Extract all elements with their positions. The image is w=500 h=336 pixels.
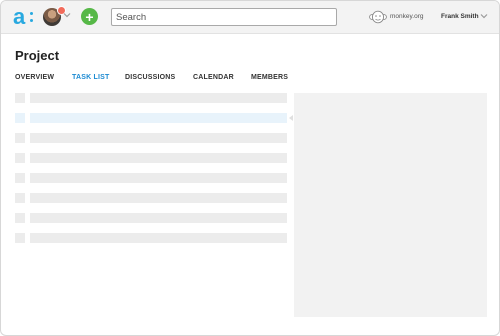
monkey-icon [369, 10, 387, 24]
task-row[interactable] [15, 133, 287, 143]
task-row[interactable] [15, 93, 287, 103]
logo-dots [30, 12, 33, 24]
tab-task-list[interactable]: TASK LIST [72, 74, 109, 81]
tab-overview[interactable]: OVERVIEW [15, 74, 54, 81]
plus-icon: + [85, 8, 94, 25]
task-title-placeholder [30, 233, 287, 243]
task-title-placeholder [30, 213, 287, 223]
add-button[interactable]: + [81, 8, 98, 25]
task-row-selected[interactable] [15, 113, 287, 123]
tab-discussions[interactable]: DISCUSSIONS [125, 74, 175, 81]
task-checkbox[interactable] [15, 213, 25, 223]
tab-members[interactable]: MEMBERS [251, 74, 288, 81]
org-name[interactable]: monkey.org [390, 13, 423, 20]
app-window: a + Search monkey.org Frank Smith Projec… [0, 0, 500, 336]
task-checkbox[interactable] [15, 173, 25, 183]
task-title-placeholder [30, 93, 287, 103]
task-title-placeholder [30, 113, 287, 123]
task-checkbox[interactable] [15, 153, 25, 163]
task-checkbox[interactable] [15, 133, 25, 143]
top-bar: a + Search monkey.org Frank Smith [1, 1, 499, 34]
task-row[interactable] [15, 233, 287, 243]
tab-calendar[interactable]: CALENDAR [193, 74, 234, 81]
chevron-down-icon[interactable] [480, 13, 488, 19]
task-title-placeholder [30, 133, 287, 143]
task-row[interactable] [15, 193, 287, 203]
task-title-placeholder [30, 193, 287, 203]
task-title-placeholder [30, 173, 287, 183]
task-checkbox[interactable] [15, 233, 25, 243]
task-row[interactable] [15, 173, 287, 183]
search-placeholder: Search [116, 11, 147, 23]
task-checkbox[interactable] [15, 93, 25, 103]
task-title-placeholder [30, 153, 287, 163]
task-checkbox[interactable] [15, 193, 25, 203]
search-input[interactable]: Search [111, 8, 337, 26]
logo-glyph: a [13, 4, 26, 29]
task-detail-panel [294, 93, 487, 317]
chevron-down-icon[interactable] [63, 12, 71, 18]
task-row[interactable] [15, 213, 287, 223]
user-name[interactable]: Frank Smith [441, 13, 479, 20]
task-row[interactable] [15, 153, 287, 163]
app-logo-icon[interactable]: a [13, 6, 35, 28]
selection-pointer [289, 115, 293, 121]
task-checkbox[interactable] [15, 113, 25, 123]
page-title: Project [15, 48, 60, 63]
